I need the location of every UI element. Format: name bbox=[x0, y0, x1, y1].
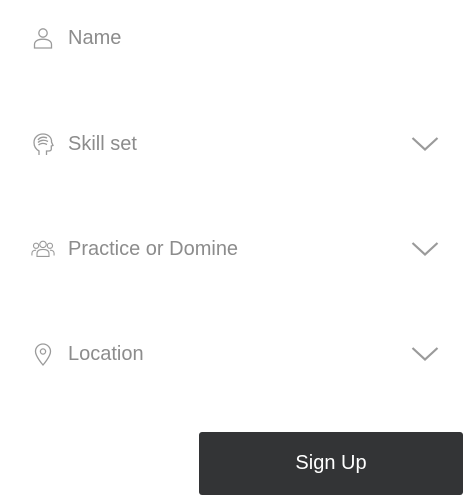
chevron-down-icon[interactable] bbox=[410, 134, 440, 154]
name-placeholder: Name bbox=[68, 26, 122, 49]
location-label: Location bbox=[68, 342, 144, 365]
location-dropdown[interactable]: Location bbox=[30, 336, 440, 372]
skill-set-dropdown[interactable]: Skill set bbox=[30, 126, 440, 162]
skill-set-label: Skill set bbox=[68, 132, 137, 155]
group-icon bbox=[30, 236, 56, 262]
chevron-down-icon[interactable] bbox=[410, 239, 440, 259]
user-icon bbox=[30, 25, 56, 51]
location-pin-icon bbox=[30, 341, 56, 367]
chevron-down-icon[interactable] bbox=[410, 344, 440, 364]
practice-dropdown[interactable]: Practice or Domine bbox=[30, 231, 440, 267]
sign-up-button[interactable]: Sign Up bbox=[199, 432, 463, 495]
practice-label: Practice or Domine bbox=[68, 237, 239, 260]
sign-up-label: Sign Up bbox=[295, 452, 367, 474]
name-field[interactable]: Name bbox=[30, 20, 440, 56]
head-icon bbox=[30, 131, 56, 157]
